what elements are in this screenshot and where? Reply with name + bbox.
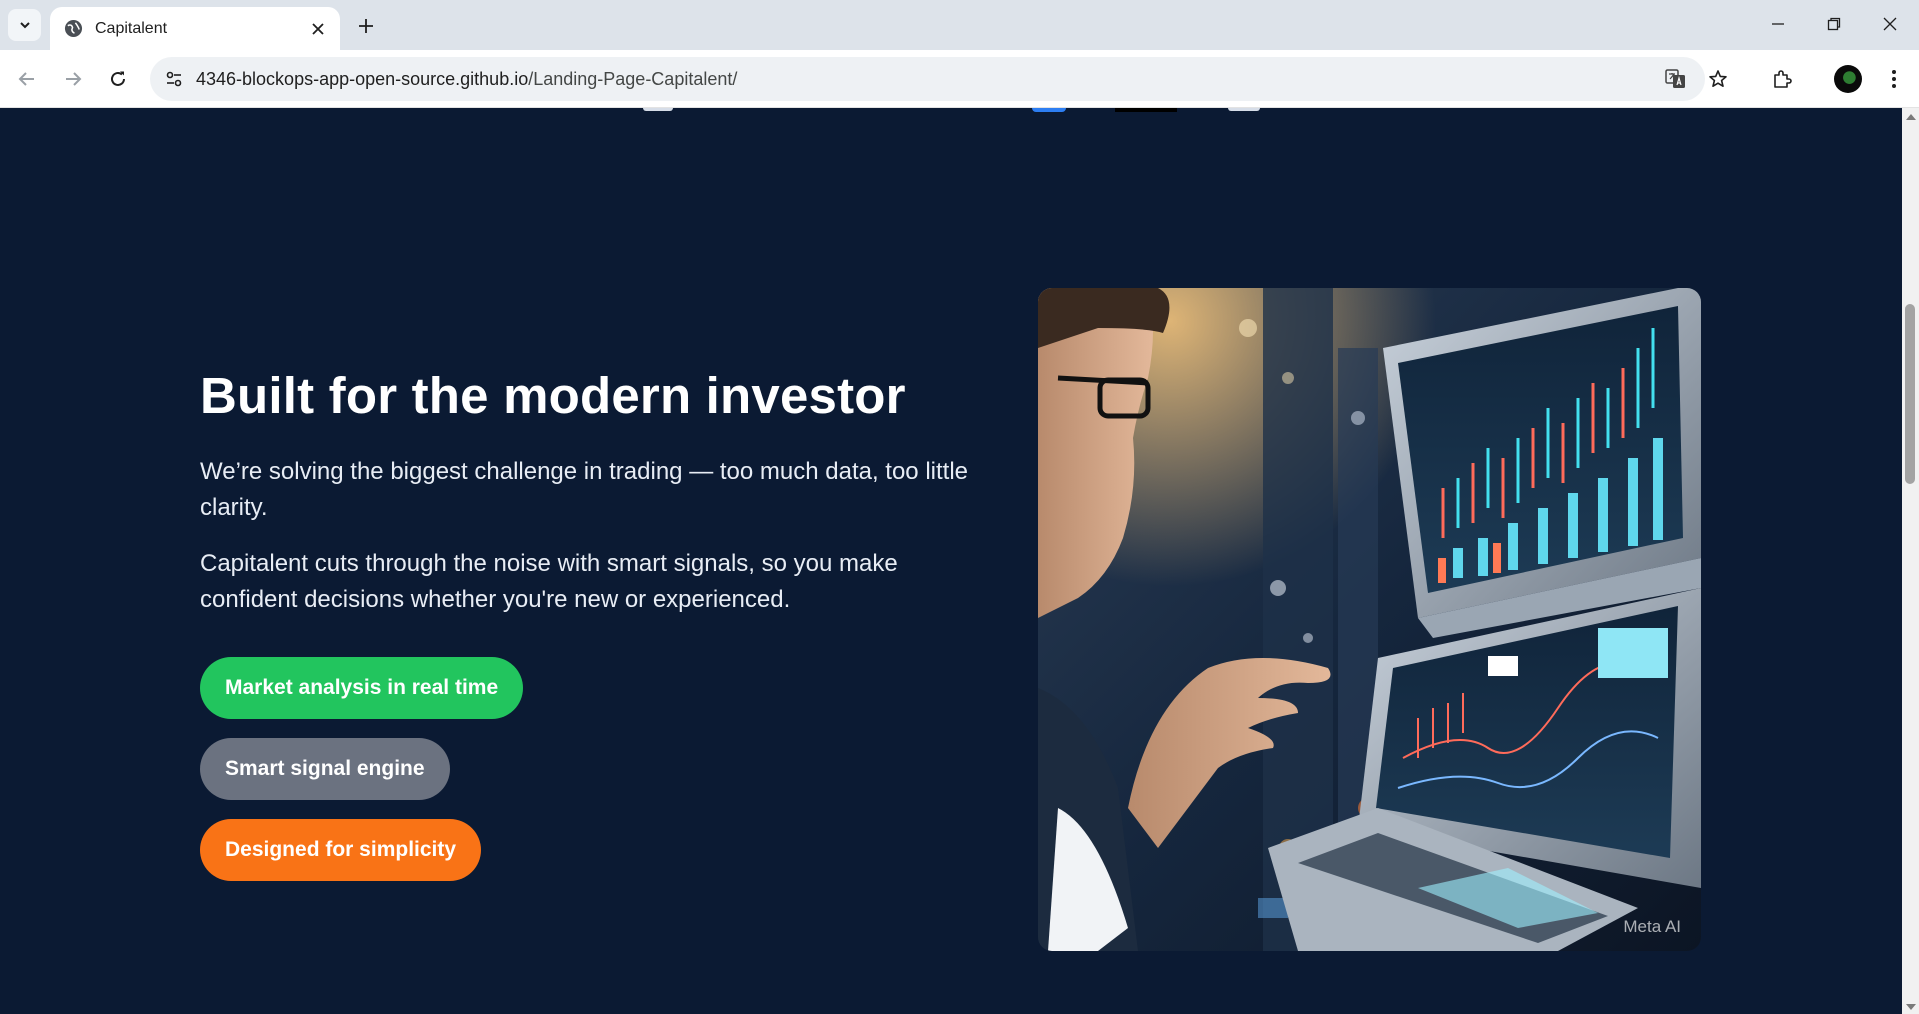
scroll-up-arrow[interactable]: [1906, 114, 1916, 120]
tab-title: Capitalent: [95, 19, 168, 37]
close-window-button[interactable]: [1862, 0, 1918, 48]
trading-screens-image: [1038, 288, 1701, 951]
puzzle-icon: [1774, 70, 1792, 88]
investor-illustration: Meta AI: [1038, 288, 1701, 951]
restore-button[interactable]: [1806, 0, 1862, 48]
tune-icon: [166, 71, 182, 87]
partner-logo: [1115, 108, 1177, 112]
tab-strip: Capitalent: [0, 0, 1919, 50]
arrow-right-icon: [66, 72, 82, 86]
extensions-button[interactable]: [1764, 61, 1800, 97]
close-icon: [1883, 17, 1897, 31]
section-headline: Built for the modern investor: [200, 367, 906, 424]
reload-icon: [111, 71, 125, 86]
restore-icon: [1827, 17, 1841, 31]
description-paragraph: Capitalent cuts through the noise with s…: [200, 550, 898, 613]
url-text[interactable]: 4346-blockops-app-open-source.github.io/…: [196, 69, 737, 90]
scroll-down-arrow[interactable]: [1906, 1004, 1916, 1010]
feature-pill-signal-engine: Smart signal engine: [200, 738, 450, 800]
url-host: 4346-blockops-app-open-source.github.io: [196, 69, 529, 89]
close-icon: [312, 22, 324, 35]
partner-logo: [643, 108, 673, 111]
minimize-icon: [1772, 23, 1784, 25]
site-info-button[interactable]: [160, 65, 188, 93]
chevron-down-icon: [19, 22, 30, 29]
intro-paragraph: We’re solving the biggest challenge in t…: [200, 458, 968, 521]
menu-button[interactable]: [1876, 61, 1912, 97]
translate-icon: [1665, 69, 1685, 88]
close-tab-button[interactable]: [308, 19, 328, 39]
reload-button[interactable]: [100, 61, 136, 97]
partner-logo: [1228, 108, 1260, 111]
feature-pill-simplicity: Designed for simplicity: [200, 819, 482, 881]
star-icon: [1709, 70, 1727, 87]
address-bar[interactable]: 4346-blockops-app-open-source.github.io/…: [150, 57, 1727, 101]
browser-toolbar: 4346-blockops-app-open-source.github.io/…: [0, 50, 1919, 108]
plus-icon: [359, 19, 373, 33]
url-path: /Landing-Page-Capitalent/: [528, 69, 738, 89]
feature-pill-real-time: Market analysis in real time: [200, 657, 524, 719]
partner-logo: [1032, 108, 1066, 112]
page-scrollbar[interactable]: [1902, 108, 1919, 1014]
scroll-thumb[interactable]: [1905, 304, 1915, 484]
globe-icon: [64, 19, 83, 38]
browser-tab[interactable]: Capitalent: [50, 7, 340, 50]
tab-search-button[interactable]: [8, 9, 41, 41]
more-vert-icon: [1892, 70, 1896, 88]
bookmark-button[interactable]: [1704, 65, 1732, 93]
page-viewport: Built for the modern investor We’re solv…: [0, 108, 1902, 1014]
image-watermark: Meta AI: [1623, 917, 1681, 936]
profile-avatar[interactable]: [1834, 65, 1862, 93]
forward-button[interactable]: [55, 61, 91, 97]
arrow-left-icon: [18, 72, 34, 86]
back-button[interactable]: [9, 61, 45, 97]
new-tab-button[interactable]: [352, 12, 380, 40]
translate-button[interactable]: [1662, 65, 1690, 93]
minimize-button[interactable]: [1750, 0, 1806, 48]
